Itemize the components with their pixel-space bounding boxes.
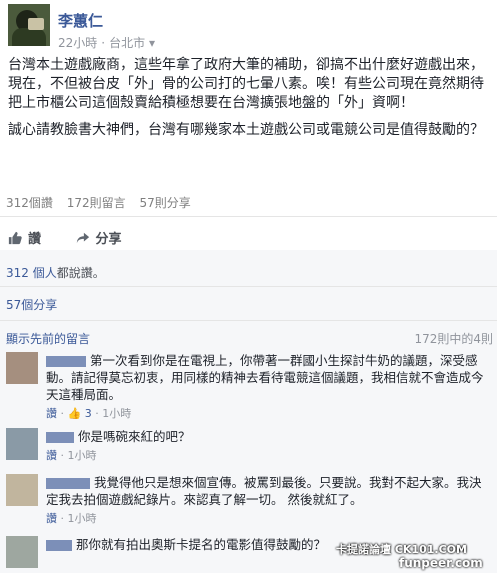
- post-paragraph: 台灣本土遊戲廠商，這些年拿了政府大筆的補助，卻搞不出什麼好遊戲出來，現在，不但被…: [8, 57, 484, 111]
- author-name[interactable]: 李蕙仁: [58, 10, 103, 31]
- chevron-down-icon[interactable]: ▾: [145, 36, 155, 50]
- comment-counter: 172則中的4則: [414, 332, 493, 346]
- commenter-name-redacted[interactable]: [46, 540, 72, 551]
- commenter-avatar[interactable]: [6, 474, 38, 506]
- likes-stat[interactable]: 312個讚: [6, 196, 53, 210]
- comment-text: 第一次看到你是在電視上，你帶著一群國小生探討牛奶的議題，深受感動。請記得莫忘初衷…: [46, 353, 484, 402]
- watermark-funpeer: funpeer.com: [399, 556, 483, 570]
- post-location[interactable]: 台北市: [109, 36, 145, 50]
- post-time[interactable]: 22小時: [58, 36, 97, 50]
- post-meta: 22小時 · 台北市 ▾: [58, 36, 155, 50]
- comment-meta: 讚 · 1小時: [46, 512, 97, 525]
- comment-like-link[interactable]: 讚: [46, 512, 57, 525]
- thumbs-up-icon: 👍: [67, 407, 82, 420]
- post-actions: 讚 分享: [8, 228, 152, 249]
- comment-time[interactable]: 1小時: [68, 449, 97, 462]
- comment-body: 第一次看到你是在電視上，你帶著一群國小生探討牛奶的議題，深受感動。請記得莫忘初衷…: [46, 352, 492, 422]
- watermark-ck101: 卡提諾論壇 CK101.COM: [336, 543, 467, 556]
- thumbs-up-icon: [8, 231, 22, 244]
- avatar[interactable]: [8, 4, 50, 46]
- commenter-name-redacted[interactable]: [46, 356, 86, 367]
- comment-like-count[interactable]: 3: [85, 407, 92, 420]
- post-stats: 312個讚 172則留言 57則分享: [6, 194, 201, 211]
- comment-time[interactable]: 1小時: [68, 512, 97, 525]
- share-button[interactable]: 分享: [76, 228, 122, 247]
- likes-count-link[interactable]: 312 個人: [6, 266, 57, 280]
- comment-body: 你是嗎碗來紅的吧？ 讚 · 1小時: [46, 428, 492, 464]
- share-arrow-icon: [76, 232, 89, 243]
- comment-body: 我覺得他只是想來個宣傳。被罵到最後。只要說。我對不起大家。我決定我去拍個遊戲紀錄…: [46, 474, 492, 527]
- share-label: 分享: [95, 232, 122, 247]
- divider: [0, 320, 497, 321]
- comment-like-link[interactable]: 讚: [46, 407, 57, 420]
- comments-stat[interactable]: 172則留言: [67, 196, 126, 210]
- post-paragraph: 誠心請教臉書大神們，台灣有哪幾家本土遊戲公司或電競公司是值得鼓勵的？: [8, 122, 484, 138]
- shares-stat[interactable]: 57則分享: [139, 196, 190, 210]
- shares-link[interactable]: 57個分享: [6, 296, 57, 313]
- likes-summary: 312 個人都說讚。: [6, 264, 105, 281]
- comment-text: 我覺得他只是想來個宣傳。被罵到最後。只要說。我對不起大家。我決定我去拍個遊戲紀錄…: [46, 475, 482, 507]
- comment-meta: 讚 · 1小時: [46, 449, 97, 462]
- post-body: 台灣本土遊戲廠商，這些年拿了政府大筆的補助，卻搞不出什麼好遊戲出來，現在，不但被…: [8, 56, 492, 148]
- commenter-avatar[interactable]: [6, 536, 38, 568]
- commenter-name-redacted[interactable]: [46, 478, 90, 489]
- divider: [0, 216, 497, 217]
- comment-meta: 讚 · 👍 3 · 1小時: [46, 407, 132, 420]
- commenter-name-redacted[interactable]: [46, 432, 74, 443]
- like-label: 讚: [28, 232, 42, 247]
- commenter-avatar[interactable]: [6, 428, 38, 460]
- comment-text: 那你就有拍出奧斯卡提名的電影值得鼓勵的？: [76, 537, 327, 552]
- likes-suffix: 都說讚。: [56, 266, 105, 280]
- comment-text: 你是嗎碗來紅的吧？: [78, 429, 191, 444]
- comment-time[interactable]: 1小時: [102, 407, 131, 420]
- comment-like-link[interactable]: 讚: [46, 449, 57, 462]
- commenter-avatar[interactable]: [6, 352, 38, 384]
- like-button[interactable]: 讚: [8, 228, 41, 247]
- divider: [0, 286, 497, 287]
- view-previous-comments-link[interactable]: 顯示先前的留言: [6, 330, 90, 347]
